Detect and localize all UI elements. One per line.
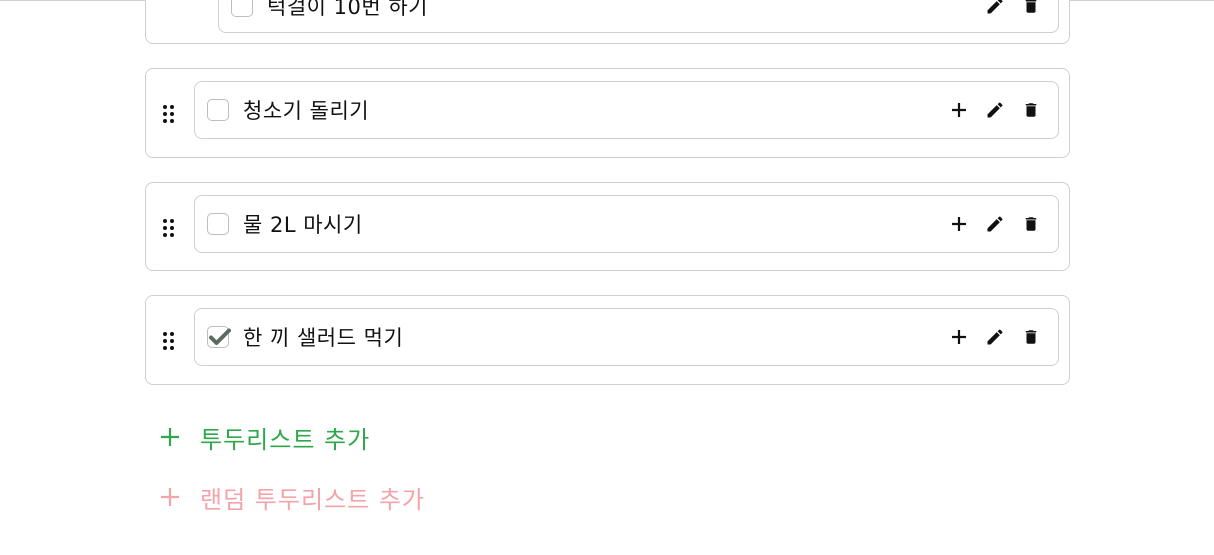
todo-checkbox-checked[interactable] <box>207 326 231 348</box>
todo-card: 한 끼 샐러드 먹기 <box>145 295 1070 385</box>
todo-label: 청소기 돌리기 <box>243 99 370 123</box>
pencil-icon[interactable] <box>984 99 1006 121</box>
todo-label: 턱걸이 10번 하기 <box>267 0 428 19</box>
subtask-row: 턱걸이 10번 하기 <box>218 0 1059 33</box>
plus-icon[interactable] <box>948 326 970 348</box>
trash-icon[interactable] <box>1020 213 1042 235</box>
plus-icon[interactable] <box>948 99 970 121</box>
add-random-todo-button[interactable]: 랜덤 투두리스트 추가 <box>160 480 425 515</box>
plus-icon[interactable] <box>948 213 970 235</box>
pencil-icon[interactable] <box>984 326 1006 348</box>
plus-icon <box>160 423 182 453</box>
add-random-todo-label: 랜덤 투두리스트 추가 <box>200 486 425 514</box>
todo-row: 한 끼 샐러드 먹기 <box>194 308 1059 366</box>
todo-label: 한 끼 샐러드 먹기 <box>243 326 404 350</box>
todo-row: 청소기 돌리기 <box>194 81 1059 139</box>
pencil-icon[interactable] <box>984 0 1006 17</box>
plus-icon <box>160 483 182 513</box>
trash-icon[interactable] <box>1020 99 1042 121</box>
drag-handle-icon[interactable] <box>163 105 177 123</box>
todo-checkbox[interactable] <box>207 213 229 235</box>
todo-card: 청소기 돌리기 <box>145 68 1070 158</box>
todo-checkbox[interactable] <box>207 99 229 121</box>
todo-row: 물 2L 마시기 <box>194 195 1059 253</box>
todo-checkbox[interactable] <box>231 0 253 17</box>
drag-handle-icon[interactable] <box>163 219 177 237</box>
todo-label: 물 2L 마시기 <box>243 213 363 237</box>
drag-handle-icon[interactable] <box>163 332 177 350</box>
add-todo-label: 투두리스트 추가 <box>200 426 371 454</box>
todo-card-parent: 턱걸이 10번 하기 <box>145 0 1070 44</box>
todo-card: 물 2L 마시기 <box>145 182 1070 271</box>
add-todo-button[interactable]: 투두리스트 추가 <box>160 420 370 455</box>
trash-icon[interactable] <box>1020 326 1042 348</box>
trash-icon[interactable] <box>1020 0 1042 17</box>
check-icon <box>209 328 231 345</box>
pencil-icon[interactable] <box>984 213 1006 235</box>
